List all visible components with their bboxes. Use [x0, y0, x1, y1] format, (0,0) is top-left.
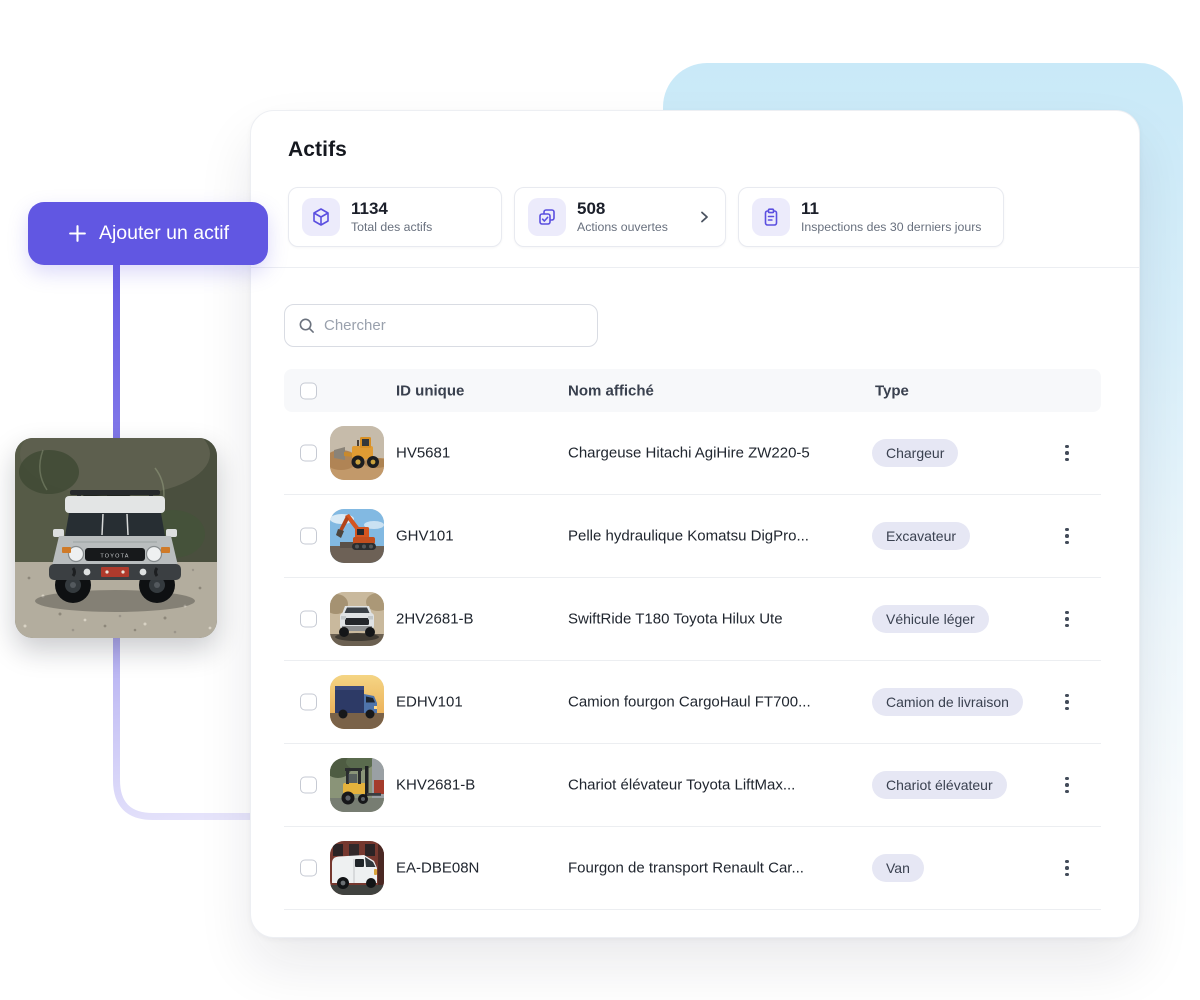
table-row[interactable]: KHV2681-B Chariot élévateur Toyota LiftM…	[284, 744, 1101, 827]
header-divider	[251, 267, 1139, 268]
asset-table: ID unique Nom affiché Type HV5681 Charge…	[284, 369, 1101, 910]
row-id: GHV101	[396, 528, 454, 545]
row-menu-button[interactable]	[1054, 523, 1080, 549]
row-name: Chariot élévateur Toyota LiftMax...	[568, 777, 795, 794]
stat-label: Actions ouvertes	[577, 219, 668, 236]
table-row[interactable]: GHV101 Pelle hydraulique Komatsu DigPro.…	[284, 495, 1101, 578]
stat-label: Inspections des 30 derniers jours	[801, 219, 981, 236]
row-checkbox[interactable]	[300, 445, 317, 462]
row-id: 2HV2681-B	[396, 611, 474, 628]
row-menu-button[interactable]	[1054, 440, 1080, 466]
stat-card-open-actions[interactable]: 508 Actions ouvertes	[514, 187, 726, 247]
stat-value: 508	[577, 199, 668, 219]
row-checkbox[interactable]	[300, 611, 317, 628]
stat-label: Total des actifs	[351, 219, 432, 236]
connector-line	[0, 0, 270, 850]
row-id: EA-DBE08N	[396, 860, 479, 877]
row-menu-button[interactable]	[1054, 772, 1080, 798]
row-checkbox[interactable]	[300, 860, 317, 877]
row-checkbox[interactable]	[300, 777, 317, 794]
type-badge: Camion de livraison	[872, 688, 1023, 716]
stat-card-inspections: 11 Inspections des 30 derniers jours	[738, 187, 1004, 247]
type-badge: Chargeur	[872, 439, 958, 467]
asset-thumbnail	[330, 675, 384, 729]
stat-value: 1134	[351, 199, 432, 219]
row-menu-button[interactable]	[1054, 689, 1080, 715]
column-header-id: ID unique	[396, 382, 464, 399]
select-all-checkbox[interactable]	[300, 382, 317, 399]
grille-text: TOYOTA	[100, 554, 129, 560]
clipboard-icon	[752, 198, 790, 236]
copy-check-icon	[528, 198, 566, 236]
type-badge: Chariot élévateur	[872, 771, 1007, 799]
type-badge: Véhicule léger	[872, 605, 989, 633]
stat-card-total-assets: 1134 Total des actifs	[288, 187, 502, 247]
asset-thumbnail	[330, 426, 384, 480]
row-name: Pelle hydraulique Komatsu DigPro...	[568, 528, 809, 545]
type-badge: Excavateur	[872, 522, 970, 550]
row-menu-button[interactable]	[1054, 606, 1080, 632]
row-name: Chargeuse Hitachi AgiHire ZW220-5	[568, 445, 810, 462]
add-asset-button-label: Ajouter un actif	[99, 222, 229, 245]
column-header-type: Type	[875, 382, 909, 399]
table-row[interactable]: EA-DBE08N Fourgon de transport Renault C…	[284, 827, 1101, 910]
plus-icon	[67, 223, 88, 244]
row-menu-button[interactable]	[1054, 855, 1080, 881]
stats-row: 1134 Total des actifs 508 Actions ouvert…	[288, 187, 1004, 247]
page-title: Actifs	[288, 138, 347, 162]
row-name: Fourgon de transport Renault Car...	[568, 860, 804, 877]
cube-icon	[302, 198, 340, 236]
row-checkbox[interactable]	[300, 694, 317, 711]
asset-thumbnail	[330, 592, 384, 646]
search-input[interactable]	[324, 317, 584, 334]
assets-panel: Actifs 1134 Total des actifs	[250, 110, 1140, 938]
search-icon	[298, 317, 315, 334]
asset-thumbnail	[330, 509, 384, 563]
table-row[interactable]: HV5681 Chargeuse Hitachi AgiHire ZW220-5…	[284, 412, 1101, 495]
row-id: EDHV101	[396, 694, 463, 711]
row-name: SwiftRide T180 Toyota Hilux Ute	[568, 611, 783, 628]
asset-thumbnail	[330, 841, 384, 895]
column-header-name: Nom affiché	[568, 382, 654, 399]
vehicle-photo: TOYOTA	[15, 438, 217, 638]
row-checkbox[interactable]	[300, 528, 317, 545]
type-badge: Van	[872, 854, 924, 882]
table-header: ID unique Nom affiché Type	[284, 369, 1101, 412]
table-row[interactable]: 2HV2681-B SwiftRide T180 Toyota Hilux Ut…	[284, 578, 1101, 661]
search-box[interactable]	[284, 304, 598, 347]
row-id: KHV2681-B	[396, 777, 475, 794]
row-name: Camion fourgon CargoHaul FT700...	[568, 694, 811, 711]
asset-table-body: HV5681 Chargeuse Hitachi AgiHire ZW220-5…	[284, 412, 1101, 910]
row-id: HV5681	[396, 445, 450, 462]
stat-value: 11	[801, 199, 981, 219]
chevron-right-icon[interactable]	[696, 209, 712, 225]
add-asset-button[interactable]: Ajouter un actif	[28, 202, 268, 265]
asset-thumbnail	[330, 758, 384, 812]
table-row[interactable]: EDHV101 Camion fourgon CargoHaul FT700..…	[284, 661, 1101, 744]
